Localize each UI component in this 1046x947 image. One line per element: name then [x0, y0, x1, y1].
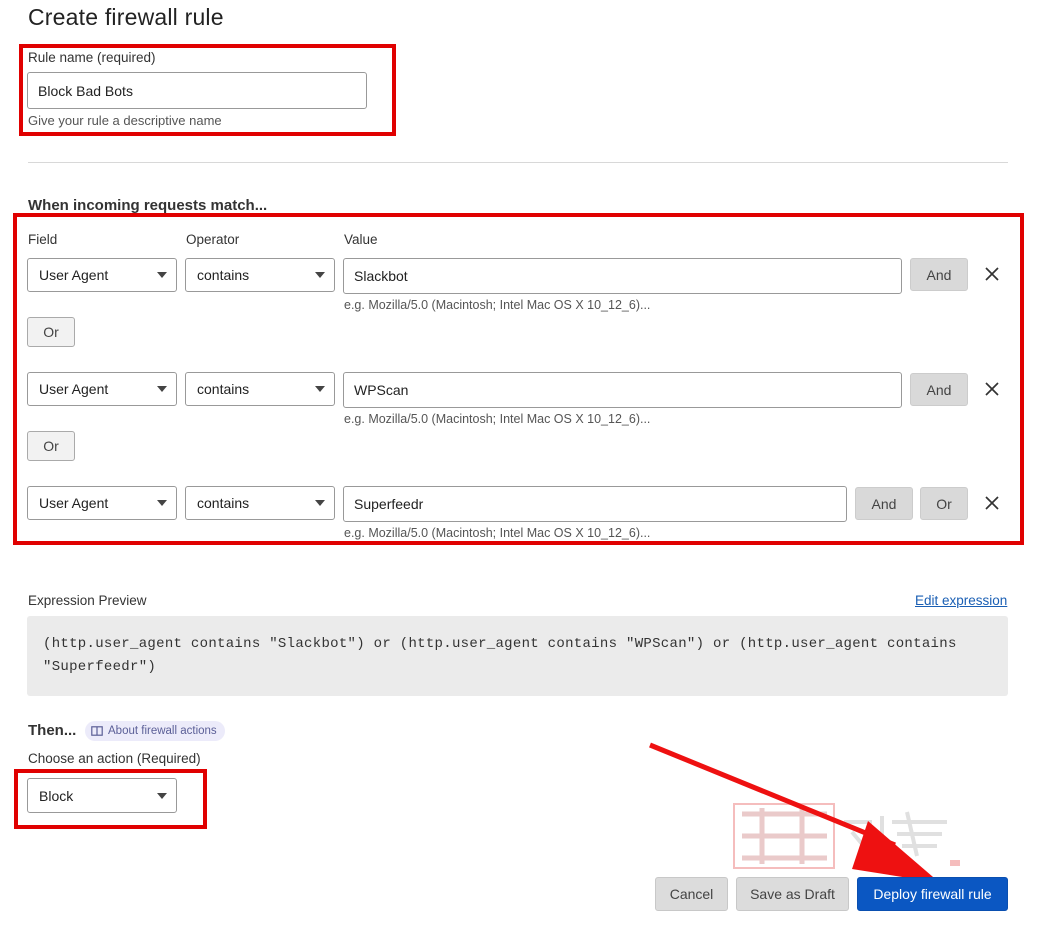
close-icon[interactable] — [983, 494, 1001, 512]
close-icon[interactable] — [983, 380, 1001, 398]
operator-select-value: contains — [197, 267, 250, 283]
caret-down-icon — [157, 500, 167, 506]
and-button[interactable]: And — [910, 373, 968, 406]
rule-name-hint: Give your rule a descriptive name — [28, 113, 222, 128]
page-title: Create firewall rule — [28, 4, 224, 30]
operator-select[interactable]: contains — [185, 258, 335, 292]
action-select[interactable]: Block — [27, 778, 177, 813]
field-select[interactable]: User Agent — [27, 258, 177, 292]
value-input[interactable] — [343, 486, 847, 522]
field-select[interactable]: User Agent — [27, 372, 177, 406]
caret-down-icon — [315, 386, 325, 392]
or-connector-button[interactable]: Or — [27, 317, 75, 347]
operator-select[interactable]: contains — [185, 372, 335, 406]
action-label: Choose an action (Required) — [28, 751, 201, 766]
caret-down-icon — [157, 386, 167, 392]
caret-down-icon — [157, 272, 167, 278]
value-hint: e.g. Mozilla/5.0 (Macintosh; Intel Mac O… — [344, 412, 651, 426]
operator-select-value: contains — [197, 381, 250, 397]
cancel-button[interactable]: Cancel — [655, 877, 728, 911]
field-select[interactable]: User Agent — [27, 486, 177, 520]
column-header-field: Field — [28, 232, 58, 247]
operator-select-value: contains — [197, 495, 250, 511]
red-arrow — [649, 742, 940, 883]
value-hint: e.g. Mozilla/5.0 (Macintosh; Intel Mac O… — [344, 526, 651, 540]
about-firewall-actions-link[interactable]: About firewall actions — [85, 721, 225, 741]
and-button[interactable]: And — [855, 487, 913, 520]
expression-line-1: (http.user_agent contains "Slackbot") or… — [43, 636, 957, 652]
column-header-operator: Operator — [186, 232, 240, 247]
deploy-firewall-rule-button[interactable]: Deploy firewall rule — [857, 877, 1008, 911]
expression-label: Expression Preview — [28, 593, 147, 608]
value-input[interactable] — [343, 258, 902, 294]
caret-down-icon — [157, 792, 167, 799]
and-button[interactable]: And — [910, 258, 968, 291]
or-connector-button[interactable]: Or — [27, 431, 75, 461]
field-select-value: User Agent — [39, 381, 109, 397]
rule-name-input[interactable] — [27, 72, 367, 109]
then-heading: Then... — [28, 722, 77, 739]
value-input[interactable] — [343, 372, 902, 408]
expression-line-2: "Superfeedr") — [43, 659, 157, 675]
close-icon[interactable] — [983, 265, 1001, 283]
field-select-value: User Agent — [39, 495, 109, 511]
rule-name-label: Rule name (required) — [28, 50, 156, 65]
book-icon — [91, 726, 103, 736]
section-divider — [28, 162, 1008, 163]
column-header-value: Value — [344, 232, 378, 247]
action-select-value: Block — [39, 787, 74, 804]
save-as-draft-button[interactable]: Save as Draft — [736, 877, 849, 911]
caret-down-icon — [315, 272, 325, 278]
match-heading: When incoming requests match... — [28, 197, 268, 214]
operator-select[interactable]: contains — [185, 486, 335, 520]
expression-preview: (http.user_agent contains "Slackbot") or… — [27, 616, 1008, 696]
edit-expression-link[interactable]: Edit expression — [915, 593, 1007, 608]
caret-down-icon — [315, 500, 325, 506]
field-select-value: User Agent — [39, 267, 109, 283]
or-button[interactable]: Or — [920, 487, 968, 520]
value-hint: e.g. Mozilla/5.0 (Macintosh; Intel Mac O… — [344, 298, 651, 312]
about-firewall-actions-label: About firewall actions — [108, 725, 217, 737]
